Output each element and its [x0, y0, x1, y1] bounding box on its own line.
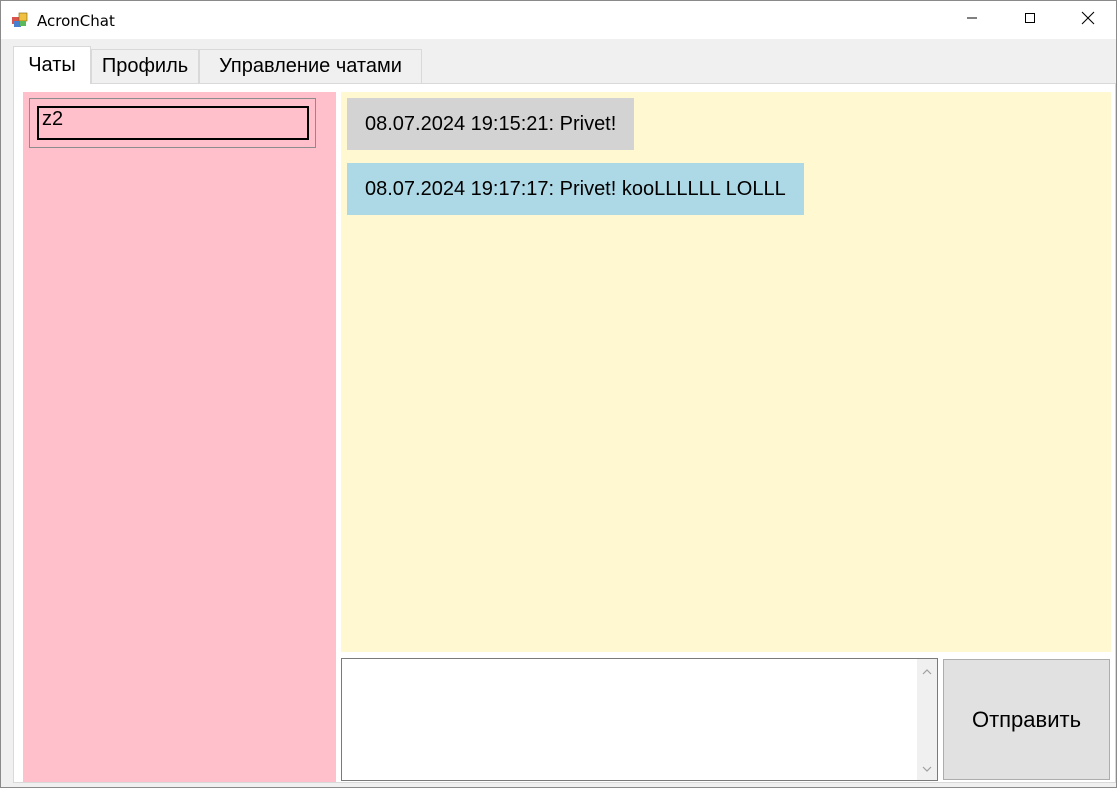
tab-page-chats: z2 08.07.2024 19:15:21: Privet! 08.07.20… [13, 83, 1116, 783]
scroll-up-button[interactable] [917, 661, 937, 681]
chevron-down-icon [922, 759, 932, 777]
title-bar[interactable]: AcronChat [1, 1, 1116, 39]
tab-profile[interactable]: Профиль [91, 49, 199, 83]
message-bubble: 08.07.2024 19:15:21: Privet! [347, 98, 635, 150]
tab-strip: Чаты Профиль Управление чатами [1, 39, 1116, 84]
input-scrollbar[interactable] [917, 659, 937, 780]
chat-list[interactable]: z2 [23, 92, 336, 782]
chat-list-item[interactable]: z2 [29, 98, 316, 148]
scroll-down-button[interactable] [917, 758, 937, 778]
window-title: AcronChat [37, 12, 115, 30]
maximize-button[interactable] [1001, 1, 1059, 39]
maximize-icon [1024, 11, 1036, 29]
tab-label: Управление чатами [219, 55, 402, 77]
message-input[interactable] [341, 658, 938, 781]
message-area[interactable]: 08.07.2024 19:15:21: Privet! 08.07.2024 … [341, 92, 1111, 652]
send-button[interactable]: Отправить [943, 659, 1110, 780]
close-icon [1081, 11, 1095, 30]
tab-chats[interactable]: Чаты [13, 46, 91, 84]
message-text: 08.07.2024 19:15:21: Privet! [365, 112, 617, 135]
message-bubble: 08.07.2024 19:17:17: Privet! kooLLLLLL L… [347, 163, 804, 215]
chat-item-frame [37, 106, 309, 140]
chevron-up-icon [922, 662, 932, 680]
chat-item-label: z2 [41, 108, 65, 131]
minimize-icon [966, 11, 978, 29]
tab-manage-chats[interactable]: Управление чатами [199, 49, 422, 83]
tab-label: Профиль [101, 55, 189, 77]
tab-label: Чаты [28, 54, 76, 76]
close-button[interactable] [1059, 1, 1117, 39]
app-icon [12, 12, 28, 28]
app-window: AcronChat Чаты Профиль Управление чатами [0, 0, 1117, 788]
minimize-button[interactable] [943, 1, 1001, 39]
send-button-label: Отправить [971, 706, 1082, 732]
message-text: 08.07.2024 19:17:17: Privet! kooLLLLLL L… [365, 177, 786, 200]
